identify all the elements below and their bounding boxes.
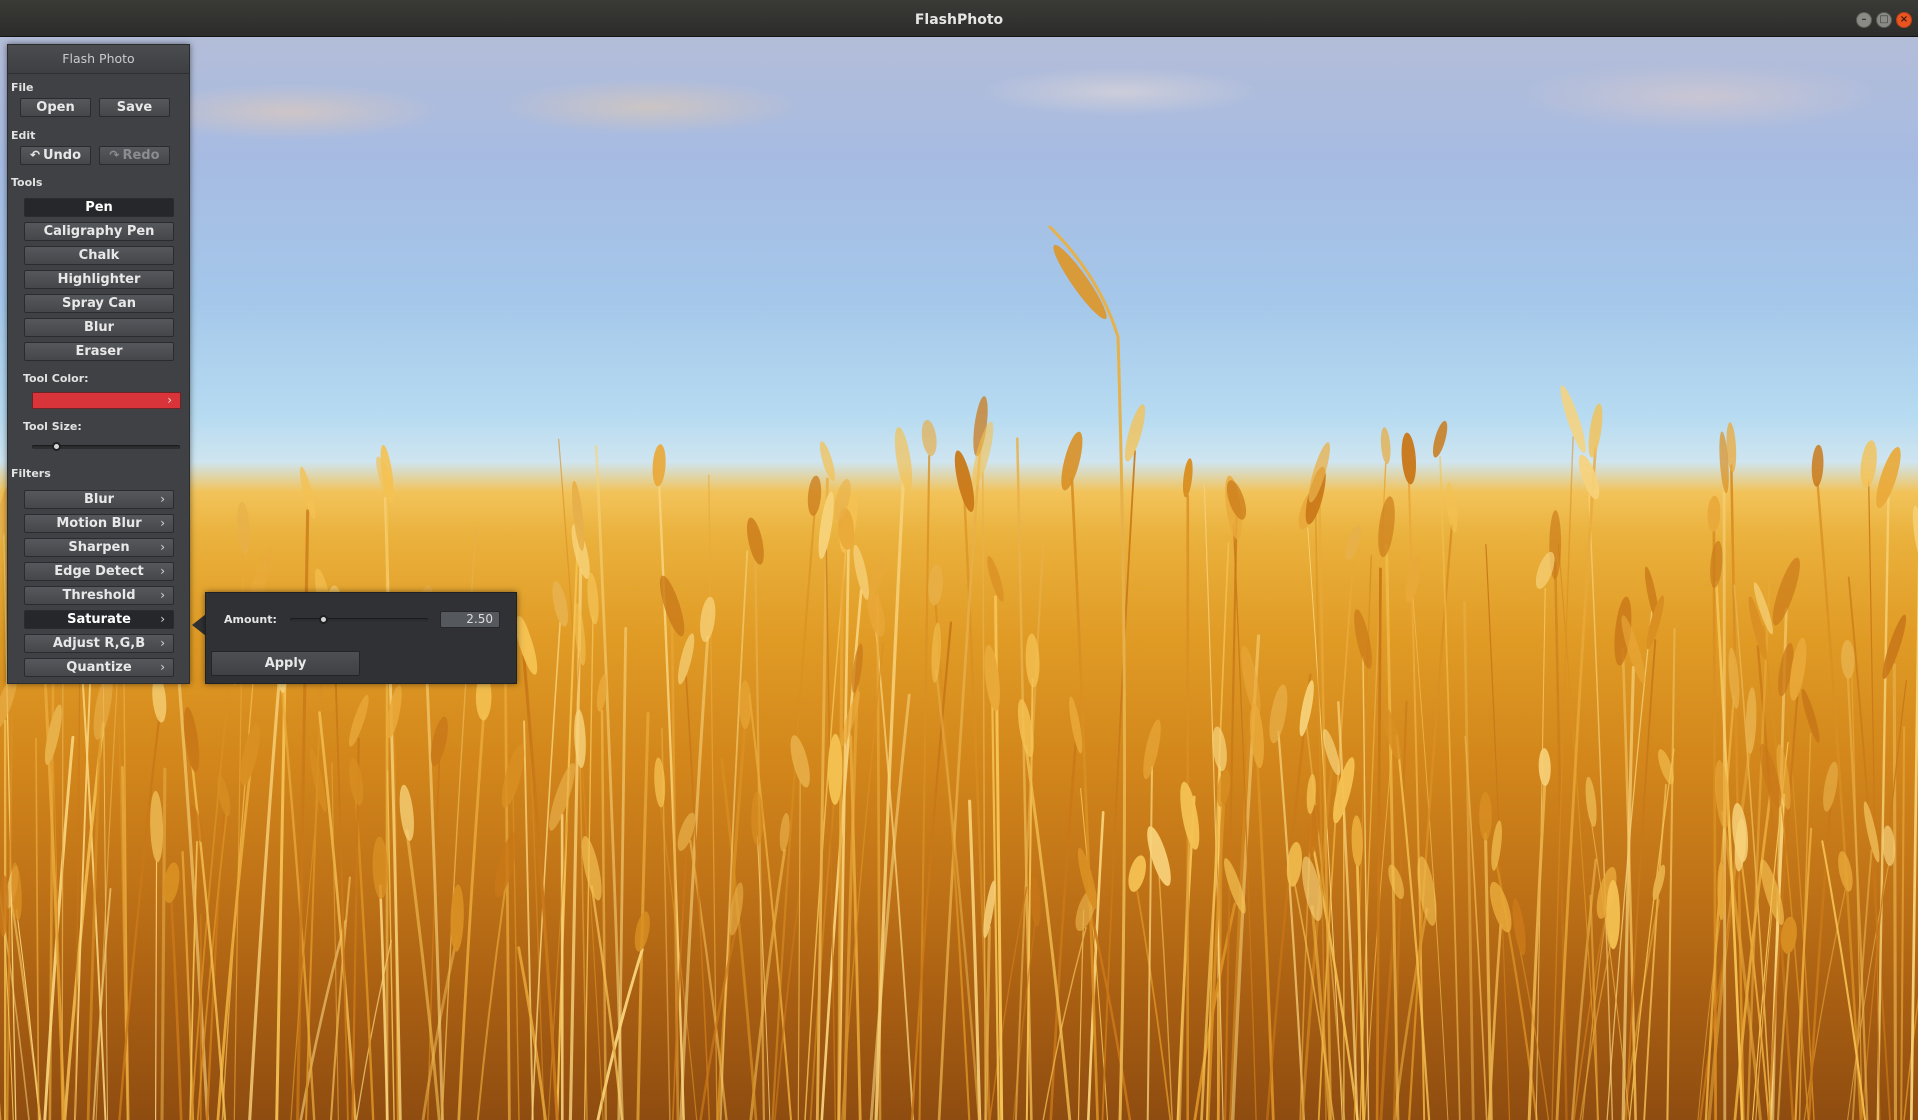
filter-sharpen-button[interactable]: Sharpen › <box>24 538 174 557</box>
window-title: FlashPhoto <box>914 12 1004 28</box>
chevron-right-icon: › <box>160 660 165 674</box>
edit-section-label: Edit <box>11 129 36 142</box>
chevron-right-icon: › <box>167 393 172 407</box>
tools-section-label: Tools <box>11 176 43 189</box>
maximize-icon[interactable]: □ <box>1876 12 1892 28</box>
apply-button[interactable]: Apply <box>211 651 360 676</box>
panel-title: Flash Photo <box>8 45 189 74</box>
filter-quantize-label: Quantize <box>66 660 132 675</box>
filter-motion-blur-label: Motion Blur <box>56 516 142 531</box>
tool-size-label: Tool Size: <box>23 420 82 433</box>
tool-color-picker[interactable]: › <box>32 392 181 409</box>
minimize-icon[interactable]: – <box>1856 12 1872 28</box>
tool-blur-button[interactable]: Blur <box>24 318 174 337</box>
tool-eraser-button[interactable]: Eraser <box>24 342 174 361</box>
redo-icon: ↷ <box>109 148 120 162</box>
filter-edge-detect-label: Edge Detect <box>54 564 144 579</box>
filter-threshold-button[interactable]: Threshold › <box>24 586 174 605</box>
tool-pen-button[interactable]: Pen <box>24 198 174 217</box>
amount-label: Amount: <box>224 613 277 626</box>
tool-panel: Flash Photo File Open Save Edit ↶ Undo ↷ R… <box>7 44 190 684</box>
chevron-right-icon: › <box>160 588 165 602</box>
filter-adjust-rgb-label: Adjust R,G,B <box>52 636 146 651</box>
filter-saturate-button[interactable]: Saturate › <box>24 610 174 629</box>
amount-value-field[interactable]: 2.50 <box>440 611 500 628</box>
tool-caligraphy-pen-button[interactable]: Caligraphy Pen <box>24 222 174 241</box>
chevron-right-icon: › <box>160 540 165 554</box>
amount-slider-knob[interactable] <box>319 615 328 624</box>
filters-section-label: Filters <box>11 467 51 480</box>
close-icon[interactable]: × <box>1896 12 1912 28</box>
filter-edge-detect-button[interactable]: Edge Detect › <box>24 562 174 581</box>
tool-color-label: Tool Color: <box>23 372 89 385</box>
filter-blur-button[interactable]: Blur › <box>24 490 174 509</box>
tool-chalk-button[interactable]: Chalk <box>24 246 174 265</box>
open-button[interactable]: Open <box>20 98 91 117</box>
undo-button[interactable]: ↶ Undo <box>20 146 91 165</box>
saturate-settings-popup: Amount: 2.50 Apply <box>205 592 517 684</box>
undo-icon: ↶ <box>29 148 40 162</box>
chevron-right-icon: › <box>160 612 165 626</box>
redo-label: Redo <box>122 148 160 163</box>
chevron-right-icon: › <box>160 516 165 530</box>
chevron-right-icon: › <box>160 564 165 578</box>
popup-pointer <box>192 614 206 636</box>
chevron-right-icon: › <box>160 492 165 506</box>
tool-spray-can-button[interactable]: Spray Can <box>24 294 174 313</box>
filter-threshold-label: Threshold <box>62 588 136 603</box>
filter-sharpen-label: Sharpen <box>68 540 130 555</box>
tool-highlighter-button[interactable]: Highlighter <box>24 270 174 289</box>
window-titlebar: FlashPhoto – □ × <box>0 0 1918 37</box>
filter-blur-label: Blur <box>83 492 115 507</box>
tool-size-slider-knob[interactable] <box>52 442 61 451</box>
file-section-label: File <box>11 81 34 94</box>
save-button[interactable]: Save <box>99 98 170 117</box>
undo-label: Undo <box>43 148 82 163</box>
chevron-right-icon: › <box>160 636 165 650</box>
image-canvas[interactable] <box>0 37 1918 1120</box>
wheat-field-image <box>0 225 1918 1120</box>
redo-button[interactable]: ↷ Redo <box>99 146 170 165</box>
filter-adjust-rgb-button[interactable]: Adjust R,G,B › <box>24 634 174 653</box>
amount-slider[interactable] <box>290 618 428 622</box>
filter-saturate-label: Saturate <box>67 612 131 627</box>
filter-quantize-button[interactable]: Quantize › <box>24 658 174 677</box>
filter-motion-blur-button[interactable]: Motion Blur › <box>24 514 174 533</box>
